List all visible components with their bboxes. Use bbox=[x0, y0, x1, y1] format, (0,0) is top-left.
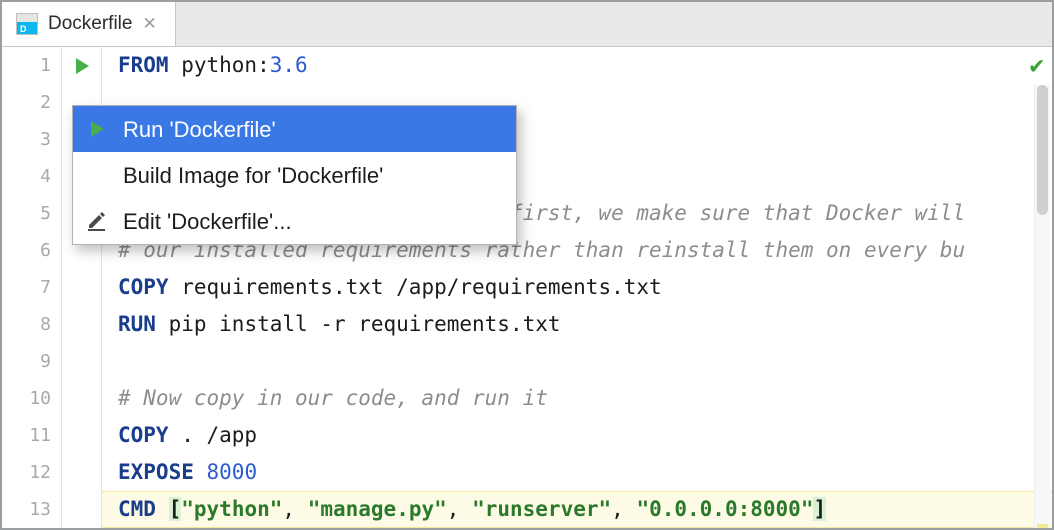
play-icon bbox=[73, 57, 91, 75]
line-number: 9 bbox=[2, 343, 61, 380]
scrollbar[interactable] bbox=[1034, 85, 1050, 528]
line-number: 12 bbox=[2, 454, 61, 491]
line-number: 13 bbox=[2, 491, 61, 528]
token-comment: # Now copy in our code, and run it bbox=[118, 386, 548, 410]
token-text: requirements.txt /app/requirements.txt bbox=[169, 275, 662, 299]
tab-title: Dockerfile bbox=[48, 13, 132, 35]
token-string: "python" bbox=[181, 497, 282, 521]
code-line[interactable] bbox=[102, 343, 1052, 380]
line-number: 11 bbox=[2, 417, 61, 454]
code-line[interactable]: EXPOSE 8000 bbox=[102, 454, 1052, 491]
token-comma: , bbox=[447, 497, 472, 521]
token-version: 3.6 bbox=[270, 53, 308, 77]
token-string: "0.0.0.0:8000" bbox=[636, 497, 813, 521]
line-number: 1 bbox=[2, 47, 61, 84]
menu-item-edit[interactable]: Edit 'Dockerfile'... bbox=[73, 198, 516, 244]
code-line[interactable]: FROM python:3.6 bbox=[102, 47, 1052, 84]
run-gutter-icon[interactable] bbox=[62, 47, 101, 84]
menu-item-label: Edit 'Dockerfile'... bbox=[123, 203, 292, 240]
token-text: . /app bbox=[169, 423, 258, 447]
code-line-current[interactable]: CMD ["python", "manage.py", "runserver",… bbox=[102, 491, 1052, 528]
token-keyword: RUN bbox=[118, 312, 156, 336]
scrollbar-marker bbox=[1037, 524, 1048, 528]
token-text: python: bbox=[169, 53, 270, 77]
menu-item-label: Run 'Dockerfile' bbox=[123, 111, 276, 148]
token-bracket: [ bbox=[169, 497, 182, 521]
menu-item-label: Build Image for 'Dockerfile' bbox=[123, 157, 383, 194]
line-number: 5 bbox=[2, 195, 61, 232]
code-line[interactable]: COPY . /app bbox=[102, 417, 1052, 454]
token-number: 8000 bbox=[207, 460, 258, 484]
token-bracket: ] bbox=[813, 497, 826, 521]
edit-icon bbox=[83, 211, 111, 231]
gutter: 1 2 3 4 5 6 7 8 9 10 11 12 13 bbox=[2, 47, 62, 528]
tab-dockerfile[interactable]: Dockerfile ✕ bbox=[2, 2, 176, 46]
menu-item-build[interactable]: Build Image for 'Dockerfile' bbox=[73, 152, 516, 198]
token-text: pip install -r requirements.txt bbox=[156, 312, 561, 336]
check-icon: ✔ bbox=[1030, 47, 1044, 84]
token-comma: , bbox=[282, 497, 307, 521]
token-string: "manage.py" bbox=[308, 497, 447, 521]
code-line[interactable]: COPY requirements.txt /app/requirements.… bbox=[102, 269, 1052, 306]
token-string: "runserver" bbox=[472, 497, 611, 521]
token-keyword: EXPOSE bbox=[118, 460, 194, 484]
token-text bbox=[194, 460, 207, 484]
line-number: 10 bbox=[2, 380, 61, 417]
line-number: 6 bbox=[2, 232, 61, 269]
dockerfile-icon bbox=[16, 13, 38, 35]
token-keyword: COPY bbox=[118, 275, 169, 299]
line-number: 8 bbox=[2, 306, 61, 343]
play-icon bbox=[83, 120, 111, 138]
token-comma: , bbox=[611, 497, 636, 521]
token-keyword: FROM bbox=[118, 53, 169, 77]
token-keyword: COPY bbox=[118, 423, 169, 447]
line-number: 3 bbox=[2, 121, 61, 158]
tab-bar: Dockerfile ✕ bbox=[2, 2, 1052, 47]
editor[interactable]: 1 2 3 4 5 6 7 8 9 10 11 12 13 ✔ bbox=[2, 47, 1052, 528]
line-number: 7 bbox=[2, 269, 61, 306]
menu-item-run[interactable]: Run 'Dockerfile' bbox=[73, 106, 516, 152]
close-icon[interactable]: ✕ bbox=[142, 14, 156, 34]
token-keyword: CMD bbox=[118, 497, 156, 521]
scrollbar-thumb[interactable] bbox=[1037, 85, 1048, 215]
line-number: 2 bbox=[2, 84, 61, 121]
code-line[interactable]: RUN pip install -r requirements.txt bbox=[102, 306, 1052, 343]
code-line[interactable]: # Now copy in our code, and run it bbox=[102, 380, 1052, 417]
line-number: 4 bbox=[2, 158, 61, 195]
context-menu: Run 'Dockerfile' Build Image for 'Docker… bbox=[72, 105, 517, 245]
